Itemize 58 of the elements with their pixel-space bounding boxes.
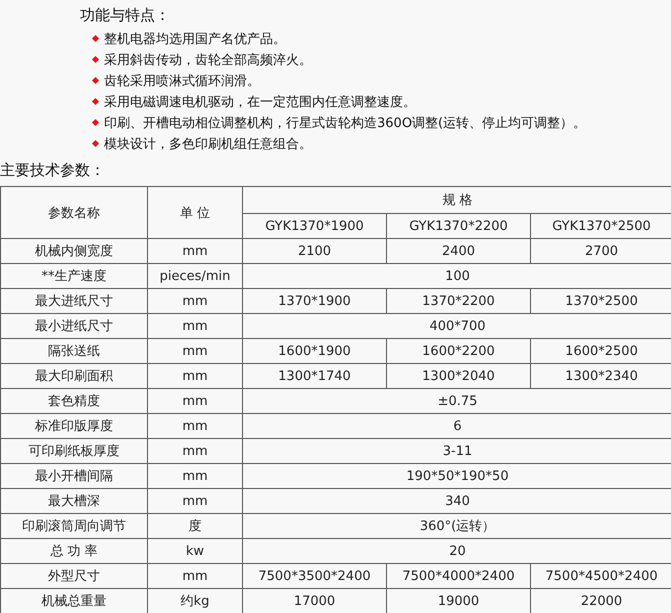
table-cell: 印刷滚筒周向调节: [0, 514, 148, 538]
table-cell: mm: [148, 314, 242, 338]
table-cell: 1600*1900: [242, 338, 386, 364]
table-cell: 外型尺寸: [0, 564, 148, 588]
bullet-icon: [92, 98, 100, 106]
table-cell: 最小开槽间隔: [0, 464, 148, 488]
table-cell: 最大进纸尺寸: [0, 288, 148, 314]
feature-text: 采用电磁调速电机驱动，在一定范围内任意调整速度。: [104, 94, 416, 110]
table-cell: mm: [148, 288, 242, 314]
table-cell: 1300*1740: [242, 364, 386, 388]
table-cell: 7500*3500*2400: [242, 564, 386, 588]
bullet-icon: [92, 140, 100, 148]
feature-text: 采用斜齿传动，齿轮全部高频淬火。: [104, 52, 312, 68]
table-cell: mm: [148, 338, 242, 364]
section-heading: 功能与特点：: [79, 5, 171, 26]
section-heading: 主要技术参数：: [0, 160, 106, 180]
header-cell: 规 格: [242, 186, 671, 214]
table-cell: 隔张送纸: [0, 338, 148, 364]
table-cell: mm: [148, 414, 242, 438]
feature-text: 印刷、开槽电动相位调整机构，行星式齿轮构造360O调整(运转、停止均可调整）。: [104, 114, 586, 132]
bullet-icon: [92, 34, 100, 42]
feature-text: 模块设计，多色印刷机组任意组合。: [104, 136, 312, 152]
table-cell: 1600*2200: [386, 338, 530, 364]
header-cell: GYK1370*2200: [386, 214, 530, 238]
table-cell: mm: [148, 388, 242, 414]
table-cell: 最大印刷面积: [0, 364, 148, 388]
table-cell: kw: [148, 538, 242, 564]
table-cell: 套色精度: [0, 388, 148, 414]
table-cell: 2100: [242, 238, 386, 264]
table-cell: **生产速度: [0, 264, 148, 288]
table-cell: 可印刷纸板厚度: [0, 438, 148, 464]
bullet-icon: [92, 76, 100, 84]
header-cell: 单 位: [148, 186, 242, 238]
table-cell: 1370*2200: [386, 288, 530, 314]
table-cell: mm: [148, 438, 242, 464]
table-cell: mm: [148, 464, 242, 488]
table-cell: 最小进纸尺寸: [0, 314, 148, 338]
table-cell: mm: [148, 364, 242, 388]
feature-text: 齿轮采用喷淋式循环润滑。: [104, 72, 260, 90]
table-cell: 机械内侧宽度: [0, 238, 148, 264]
table-cell: 总 功 率: [0, 538, 148, 564]
header-cell: 参数名称: [0, 186, 148, 238]
table-cell: mm: [148, 564, 242, 588]
bullet-icon: [92, 56, 100, 64]
table-cell: 1300*2040: [386, 364, 530, 388]
table-cell: mm: [148, 488, 242, 514]
table-cell: 7500*4000*2400: [386, 564, 530, 588]
table-cell: mm: [148, 238, 242, 264]
table-cell: 机械总重量: [0, 588, 148, 613]
table-cell: 2400: [386, 238, 530, 264]
bullet-icon: [92, 118, 100, 126]
table-cell: 1370*1900: [242, 288, 386, 314]
table-cell: 度: [148, 514, 242, 538]
table-cell: 最大槽深: [0, 488, 148, 514]
header-cell: GYK1370*1900: [242, 214, 386, 238]
table-cell: pieces/min: [148, 264, 242, 288]
feature-text: 整机电器均选用国产名优产品。: [104, 30, 286, 48]
table-cell: 标准印版厚度: [0, 414, 148, 438]
